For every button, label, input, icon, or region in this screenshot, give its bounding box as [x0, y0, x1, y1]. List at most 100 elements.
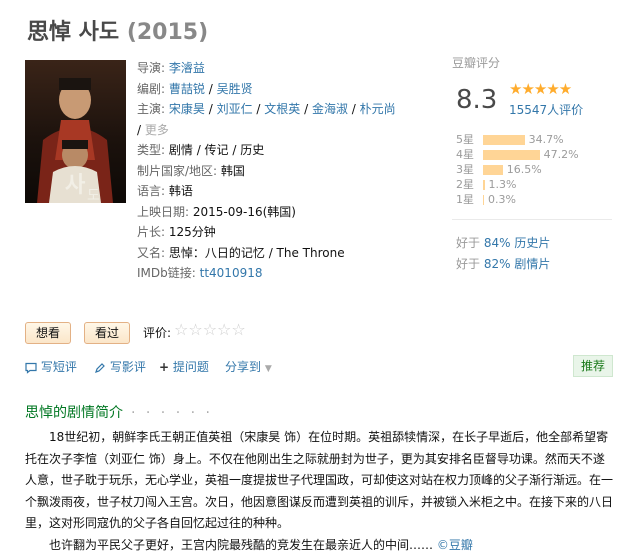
cast-link[interactable]: 朴元尚: [360, 102, 396, 116]
rating-bar-percent: 34.7%: [528, 133, 564, 146]
synopsis-paragraph: 也许翻为平民父子更好，王宫内院最残酷的竞发生在最亲近人的中间…… ©豆瓣: [25, 535, 615, 556]
rating-divider: [452, 219, 612, 220]
share-label: 分享到: [225, 360, 262, 374]
aka-label: 又名:: [137, 245, 166, 260]
release-value: 2015-09-16(韩国): [192, 204, 296, 219]
svg-text:사: 사: [65, 172, 86, 198]
rating-bar-label: 4星: [456, 148, 474, 161]
svg-text:도: 도: [87, 188, 100, 203]
short-review-label: 写短评: [40, 360, 77, 374]
douban-credit-link[interactable]: ©豆瓣: [437, 538, 473, 552]
rating-bar-label: 1星: [456, 193, 474, 206]
write-short-review-button[interactable]: 写短评: [25, 358, 77, 375]
release-label: 上映日期:: [137, 204, 190, 219]
cast-link[interactable]: 文根英: [264, 102, 300, 116]
better-than-row: 好于 84% 历史片: [456, 234, 550, 251]
movie-year: (2015): [126, 20, 209, 45]
share-dropdown[interactable]: 分享到 ▼: [225, 358, 272, 375]
language-value: 韩语: [168, 184, 193, 198]
writer-label: 编剧:: [137, 81, 166, 96]
rating-score: 8.3: [456, 85, 498, 115]
runtime-label: 片长:: [137, 225, 166, 239]
better-than-prefix: 好于: [456, 257, 484, 271]
cast-link[interactable]: 金海淑: [312, 102, 348, 116]
rating-bar-row: 5星 34.7%: [452, 132, 612, 147]
rate-label: 评价:: [143, 326, 172, 340]
better-than-row: 好于 82% 剧情片: [456, 255, 550, 272]
runtime-value: 125分钟: [168, 225, 216, 239]
rating-heading: 豆瓣评分: [452, 56, 501, 70]
rating-bar: [483, 195, 484, 205]
rating-bar-percent: 16.5%: [506, 163, 542, 176]
genre-row: 类型: 剧情 / 传记 / 历史: [137, 140, 442, 161]
rating-bar-row: 4星 47.2%: [452, 147, 612, 162]
synopsis-heading: 思悼的剧情简介 · · · · · ·: [25, 402, 213, 422]
runtime-row: 片长: 125分钟: [137, 222, 442, 243]
rating-bar-row: 3星 16.5%: [452, 162, 612, 177]
separator: /: [252, 102, 265, 116]
rating-bar: [483, 150, 540, 160]
movie-title: 思悼 사도: [27, 20, 120, 45]
chevron-down-icon: ▼: [264, 364, 272, 374]
page-title: 思悼 사도 (2015): [27, 14, 208, 46]
genre-label: 类型:: [137, 143, 166, 157]
cast-link[interactable]: 宋康昊: [169, 102, 205, 116]
speech-bubble-icon: [25, 362, 37, 374]
ask-label: 提问题: [172, 360, 209, 374]
rating-bar-row: 1星 0.3%: [452, 192, 612, 207]
director-link[interactable]: 李濬益: [169, 61, 205, 75]
write-review-button[interactable]: 写影评: [94, 358, 146, 375]
rating-bar-percent: 47.2%: [543, 148, 579, 161]
synopsis-title: 思悼的剧情简介: [25, 405, 123, 421]
rating-bar-label: 2星: [456, 178, 474, 191]
movie-poster[interactable]: 사 도: [25, 60, 126, 203]
cast-more-row: / 更多: [137, 120, 442, 141]
synopsis-text: 也许翻为平民父子更好，王宫内院最残酷的竞发生在最亲近人的中间……: [49, 537, 434, 552]
language-row: 语言: 韩语: [137, 181, 442, 202]
better-than-link[interactable]: 82% 剧情片: [484, 257, 551, 271]
better-than-prefix: 好于: [456, 236, 484, 250]
rating-bar-label: 3星: [456, 163, 474, 176]
writer-link[interactable]: 曹喆锐: [169, 82, 205, 96]
imdb-row: IMDb链接: tt4010918: [137, 263, 442, 284]
genre-value: 剧情 / 传记 / 历史: [168, 143, 265, 157]
synopsis-dots: · · · · · ·: [131, 405, 213, 421]
ask-question-button[interactable]: + 提问题: [159, 358, 209, 375]
rating-distribution: 5星 34.7% 4星 47.2% 3星 16.5% 2星 1.3% 1星 0.3%: [452, 132, 612, 207]
imdb-link[interactable]: tt4010918: [200, 266, 263, 280]
want-to-watch-button[interactable]: 想看: [25, 322, 72, 344]
better-than-link[interactable]: 84% 历史片: [484, 236, 551, 250]
separator: /: [204, 81, 217, 96]
pencil-icon: [95, 362, 105, 373]
release-row: 上映日期: 2015-09-16(韩国): [137, 202, 442, 223]
rating-votes-link[interactable]: 15547人评价: [509, 101, 583, 118]
rating-bar-row: 2星 1.3%: [452, 177, 612, 192]
rate-stars-icon[interactable]: ☆☆☆☆☆: [174, 320, 246, 339]
rating-bar-label: 5星: [456, 133, 474, 146]
separator: /: [204, 102, 217, 116]
more-cast-link[interactable]: 更多: [145, 123, 169, 137]
recommend-button[interactable]: 推荐: [573, 355, 613, 377]
writer-row: 编剧: 曹喆锐 / 吴胜贤: [137, 79, 442, 100]
rating-bar: [483, 135, 525, 145]
cast-link[interactable]: 刘亚仁: [217, 102, 253, 116]
aka-value: 思悼：八日的记忆 / The Throne: [168, 245, 345, 260]
rating-box: 豆瓣评分 8.3 ★★★★★ 15547人评价 5星 34.7% 4星 47.2% 3星…: [452, 54, 612, 206]
seen-button[interactable]: 看过: [84, 322, 131, 344]
language-label: 语言:: [137, 184, 166, 198]
rating-bar: [483, 165, 503, 175]
separator: /: [137, 122, 145, 137]
country-row: 制片国家/地区: 韩国: [137, 161, 442, 182]
separator: /: [300, 102, 312, 116]
cast-row: 主演: 宋康昊 / 刘亚仁 / 文根英 / 金海淑 / 朴元尚: [137, 99, 442, 120]
director-label: 导演:: [137, 61, 166, 75]
director-row: 导演: 李濬益: [137, 58, 442, 79]
synopsis-body: 18世纪初，朝鲜李氏王朝正值英祖（宋康昊 饰）在位时期。英祖舔犊情深，在长子早逝…: [25, 427, 615, 556]
review-label: 写影评: [109, 360, 146, 374]
seen-label: 看过: [95, 326, 120, 340]
writer-link[interactable]: 吴胜贤: [217, 82, 253, 96]
rating-bar-percent: 1.3%: [488, 178, 517, 191]
movie-info: 导演: 李濬益 编剧: 曹喆锐 / 吴胜贤 主演: 宋康昊 / 刘亚仁 / 文根…: [137, 58, 442, 284]
rating-bar-percent: 0.3%: [488, 193, 516, 206]
separator: /: [347, 102, 360, 116]
